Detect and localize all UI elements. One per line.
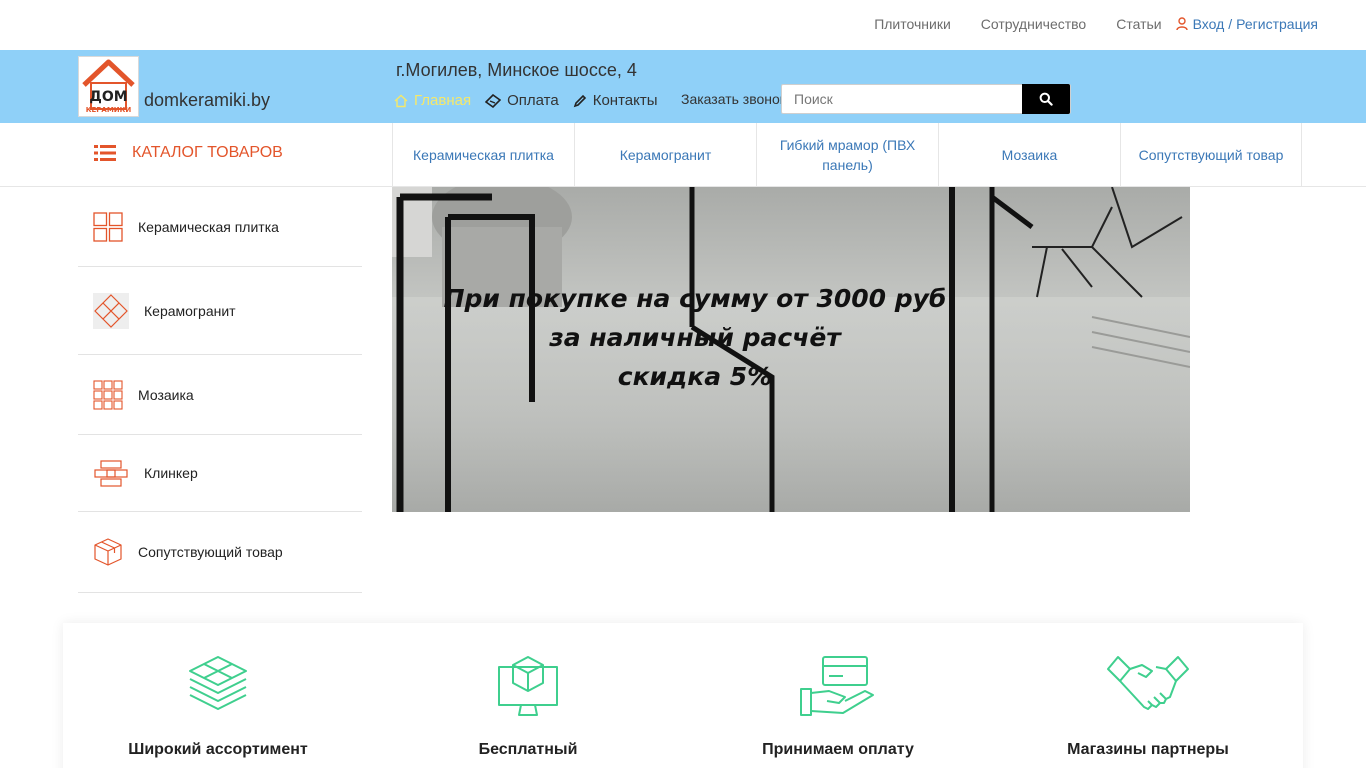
card-hand-icon — [800, 656, 874, 716]
sidebar-item-accessories[interactable]: Сопутствующий товар — [78, 512, 362, 593]
feature-title: Бесплатный — [478, 741, 578, 758]
svg-text:ДОМ: ДОМ — [89, 89, 127, 105]
pencil-icon — [573, 94, 586, 107]
register-link[interactable]: Регистрация — [1236, 16, 1318, 32]
payment-icon — [485, 93, 502, 108]
tab-flexible-marble[interactable]: Гибкий мрамор (ПВХ панель) — [756, 123, 938, 187]
search-button[interactable] — [1022, 84, 1070, 114]
top-nav: Плиточники Сотрудничество Статьи Вход / … — [844, 16, 1318, 32]
top-link-articles[interactable]: Статьи — [1116, 16, 1161, 32]
header-nav: Главная Оплата Контакты — [394, 92, 672, 109]
login-link[interactable]: Вход — [1193, 16, 1225, 32]
banner-line-3: скидка 5% — [617, 362, 773, 391]
porcelain-diamond-icon — [93, 292, 129, 329]
svg-text:КЕРАМИКИ: КЕРАМИКИ — [86, 106, 132, 114]
search-box — [781, 84, 1071, 114]
nav-home-label: Главная — [414, 92, 472, 109]
sidebar-item-label: Мозаика — [138, 386, 194, 403]
nav-contacts[interactable]: Контакты — [573, 92, 658, 109]
auth-links: Вход / Регистрация — [1175, 16, 1318, 32]
tab-ceramic-tile[interactable]: Керамическая плитка — [392, 123, 574, 187]
feature-partners: Магазины партнеры — [993, 655, 1303, 759]
sidebar-item-label: Клинкер — [144, 465, 198, 481]
brand-name[interactable]: domkeramiki.by — [144, 90, 270, 111]
box-icon — [94, 538, 122, 566]
banner-promo-text: При покупке на сумму от 3000 руб за нали… — [392, 279, 998, 396]
nav-home[interactable]: Главная — [394, 92, 471, 109]
banner-line-1: При покупке на сумму от 3000 руб — [443, 284, 947, 313]
catalog-button[interactable]: КАТАЛОГ ТОВАРОВ — [94, 144, 283, 162]
feature-title: Широкий ассортимент — [128, 741, 308, 758]
catalog-label: КАТАЛОГ ТОВАРОВ — [132, 144, 283, 161]
site-logo[interactable]: ДОМ КЕРАМИКИ — [78, 56, 139, 117]
features-strip: Широкий ассортимент Бесплатный Принимаем… — [63, 623, 1303, 768]
category-bar: КАТАЛОГ ТОВАРОВ Керамическая плитка Кера… — [0, 123, 1366, 187]
feature-payment: Принимаем оплату — [683, 655, 993, 759]
sidebar-catalog: Керамическая плитка Керамогранит Мозаика — [78, 187, 362, 593]
mosaic-grid-icon — [93, 379, 123, 410]
list-icon — [94, 145, 116, 161]
tab-mosaic[interactable]: Мозаика — [938, 123, 1120, 187]
search-icon — [1039, 92, 1053, 106]
promo-banner[interactable]: При покупке на сумму от 3000 руб за нали… — [392, 187, 1190, 512]
monitor-box-icon — [498, 656, 558, 716]
feature-assortment: Широкий ассортимент — [63, 655, 373, 759]
nav-contacts-label: Контакты — [592, 92, 658, 109]
auth-separator: / — [1228, 16, 1233, 32]
feature-title: Принимаем оплату — [762, 741, 914, 758]
nav-payment-label: Оплата — [507, 92, 559, 109]
store-address: г.Могилев, Минское шоссе, 4 — [396, 60, 637, 80]
banner-line-2: за наличный расчёт — [549, 323, 841, 352]
handshake-icon — [1107, 656, 1189, 710]
top-bar: Плиточники Сотрудничество Статьи Вход / … — [0, 0, 1366, 50]
feature-free: Бесплатный — [373, 655, 683, 759]
search-input[interactable] — [782, 85, 1022, 113]
brick-icon — [94, 460, 128, 487]
feature-title: Магазины партнеры — [1067, 741, 1229, 758]
sidebar-item-clinker[interactable]: Клинкер — [78, 435, 362, 512]
layers-icon — [189, 656, 247, 710]
sidebar-item-label: Керамическая плитка — [138, 218, 279, 235]
top-link-cooperation[interactable]: Сотрудничество — [981, 16, 1086, 32]
tab-accessories[interactable]: Сопутствующий товар — [1120, 123, 1302, 187]
sidebar-item-label: Керамогранит — [144, 302, 236, 319]
sidebar-item-mosaic[interactable]: Мозаика — [78, 355, 362, 435]
sidebar-item-porcelain[interactable]: Керамогранит — [78, 267, 362, 355]
category-tabs: Керамическая плитка Керамогранит Гибкий … — [392, 123, 1302, 187]
tab-porcelain[interactable]: Керамогранит — [574, 123, 756, 187]
user-icon — [1175, 17, 1188, 31]
sidebar-item-label: Сопутствующий товар — [138, 544, 283, 560]
home-icon — [394, 94, 408, 107]
sidebar-item-ceramic-tile[interactable]: Керамическая плитка — [78, 187, 362, 267]
nav-payment[interactable]: Оплата — [485, 92, 559, 109]
tile-grid-icon — [93, 211, 123, 242]
top-link-tilers[interactable]: Плиточники — [874, 16, 951, 32]
callback-link[interactable]: Заказать звонок — [681, 91, 783, 107]
site-header: ДОМ КЕРАМИКИ domkeramiki.by г.Могилев, М… — [0, 50, 1366, 123]
logo-house-icon: ДОМ КЕРАМИКИ — [82, 59, 135, 114]
